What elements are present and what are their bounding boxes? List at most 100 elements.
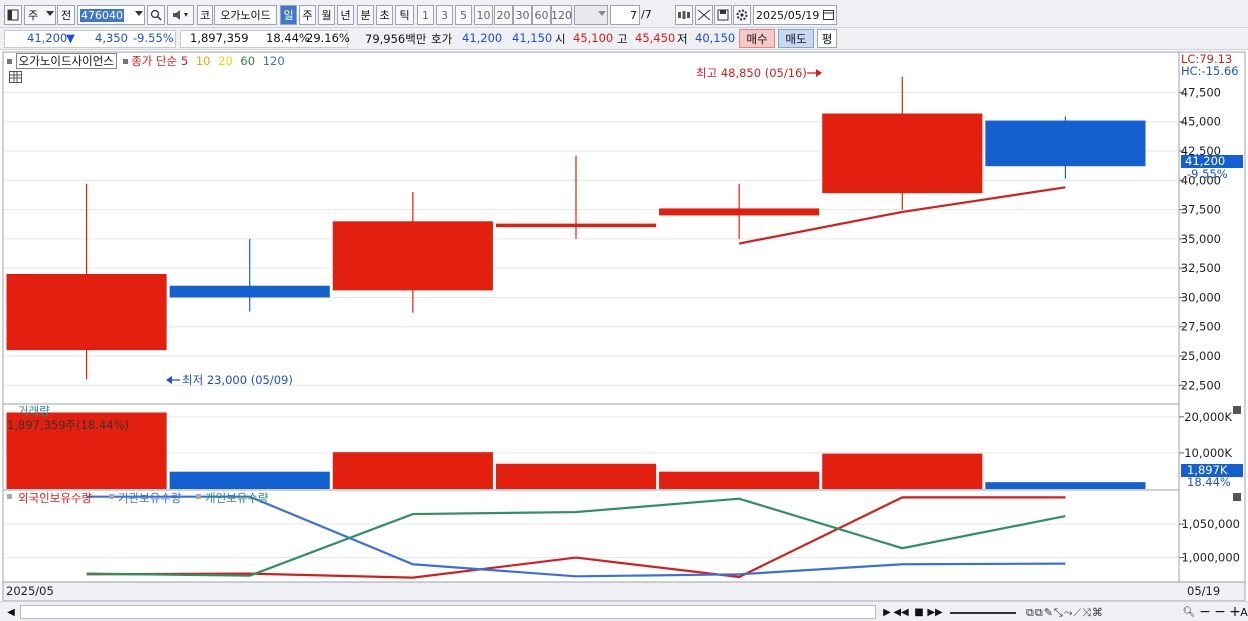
legend-marker-icon — [7, 494, 12, 499]
volume-current-pct: 18.44% — [1187, 475, 1231, 489]
ma-period-20: 20 — [218, 54, 233, 68]
grid-toggle-icon[interactable] — [9, 71, 22, 83]
volume-bar — [332, 452, 493, 489]
date-axis — [2, 581, 1246, 601]
count-input[interactable]: 7 — [610, 5, 640, 25]
volume-bar — [659, 471, 820, 489]
volume-bar — [985, 482, 1146, 489]
zoom-out-icon[interactable]: − — [1198, 604, 1212, 620]
y-tick-label: 37,500 — [1181, 203, 1221, 217]
y-tick-label: 45,000 — [1181, 115, 1221, 129]
interval-5[interactable]: 5 — [455, 5, 472, 25]
candle-body — [495, 223, 657, 228]
current-price-tag-value: 41,200 — [1185, 154, 1225, 168]
interval-20[interactable]: 20 — [494, 5, 513, 25]
open-label: 시 — [555, 32, 566, 46]
tab-day[interactable]: 일 — [280, 5, 297, 25]
cross-button[interactable] — [695, 5, 713, 25]
search-button[interactable] — [147, 5, 165, 25]
high-label: 고 — [617, 32, 628, 46]
end-date-label: 05/19 — [1187, 584, 1220, 598]
window-icon — [7, 9, 19, 21]
period-select[interactable]: 주 — [24, 5, 56, 25]
sell-button[interactable]: 매도 — [778, 29, 814, 48]
volume-bar — [822, 453, 983, 489]
legend-marker-icon — [196, 494, 201, 499]
y-tick-label: 1,000,000 — [1181, 551, 1240, 565]
volume-value: 1,897,359 — [190, 31, 249, 45]
interval-120[interactable]: 120 — [551, 5, 572, 25]
font-size-icon[interactable]: A — [1240, 605, 1248, 619]
chevron-down-icon — [598, 11, 606, 16]
buy-button[interactable]: 매수 — [739, 29, 775, 48]
zoom-fit-icon[interactable]: − — [1213, 604, 1227, 620]
interval-1[interactable]: 1 — [417, 5, 434, 25]
date-input[interactable]: 2025/05/19 — [753, 5, 837, 25]
y-tick-label: 30,000 — [1181, 290, 1221, 304]
volume-panel-close-icon[interactable] — [1233, 406, 1241, 414]
low-label: 저 — [677, 32, 688, 46]
speaker-icon — [172, 10, 188, 20]
ratio-pct: 29.16% — [306, 31, 350, 45]
settings-button[interactable] — [733, 5, 751, 25]
zoom-search-icon[interactable]: 🔍︎ — [1182, 605, 1196, 619]
stock-name: 오가노이드 — [214, 5, 277, 25]
low-annotation: 최저 23,000 (05/09) — [182, 373, 293, 387]
legend-institution: 기관보유수량 — [118, 491, 182, 505]
price-panel — [2, 51, 1180, 405]
rewind-icon[interactable]: ◀◀ — [893, 605, 908, 619]
interval-10[interactable]: 10 — [474, 5, 493, 25]
low-price: 40,150 — [695, 31, 736, 45]
save-button[interactable] — [714, 5, 732, 25]
drawing-tools-icon[interactable]: ⧉⧉✎⤡⤳⟋⤨⌘ — [1026, 606, 1104, 620]
interval-custom-select[interactable] — [574, 5, 608, 25]
tab-week[interactable]: 주 — [299, 5, 316, 25]
chart-scrollbar[interactable]: ◀ ▶ ◀◀ ■ ▶▶ ⧉⧉✎⤡⤳⟋⤨⌘ 🔍︎ − − + A — [0, 601, 1248, 621]
stop-icon[interactable]: ■ — [912, 605, 926, 619]
count-total: /7 — [641, 8, 652, 21]
interval-3[interactable]: 3 — [436, 5, 453, 25]
y-tick-label: 32,500 — [1181, 261, 1221, 275]
stock-code-input[interactable]: 476040 — [77, 5, 145, 25]
dots-icon — [678, 11, 690, 19]
holdings-legend: 외국인보유수량 기관보유수량 개인보유수량 — [7, 491, 269, 505]
tab-minute[interactable]: 분 — [357, 5, 374, 25]
scroll-left-icon[interactable]: ◀ — [4, 605, 18, 619]
chart-settings-icon[interactable] — [4, 5, 22, 25]
y-tick-label: 47,500 — [1181, 85, 1221, 99]
zoom-slider[interactable] — [950, 612, 1016, 614]
high-annotation: 최고 48,850 (05/16) — [696, 66, 807, 80]
forward-icon[interactable]: ▶▶ — [927, 605, 942, 619]
sound-button[interactable] — [167, 5, 194, 25]
start-date-label: 2025/05 — [6, 584, 54, 598]
tab-tick[interactable]: 틱 — [395, 5, 414, 25]
y-tick-label: 35,000 — [1181, 232, 1221, 246]
chart-canvas[interactable]: 22,500 25,000 27,500 30,000 32,500 35,000 37,5… — [0, 51, 1248, 601]
candle-body — [332, 221, 493, 291]
prev-button[interactable]: 전 — [57, 5, 75, 25]
tab-second[interactable]: 초 — [376, 5, 393, 25]
current-price: 41,200 — [27, 31, 68, 45]
holdings-panel-close-icon[interactable] — [1233, 493, 1241, 501]
tab-year[interactable]: 년 — [337, 5, 354, 25]
hoga-label: 호가 — [431, 32, 453, 46]
search-icon — [150, 9, 162, 21]
avg-button[interactable]: 평 — [817, 29, 837, 48]
stock-name-box[interactable]: 오가노이드사이언스 — [15, 53, 117, 69]
ma-period-120: 120 — [262, 54, 285, 68]
save-icon — [717, 9, 729, 21]
y-tick-label: 1,050,000 — [1181, 517, 1240, 531]
interval-60[interactable]: 60 — [532, 5, 551, 25]
stock-chart[interactable]: 22,500 25,000 27,500 30,000 32,500 35,000 37,5… — [0, 51, 1248, 601]
interval-30[interactable]: 30 — [513, 5, 532, 25]
compare-button[interactable] — [675, 5, 693, 25]
y-tick-label: 10,000K — [1184, 446, 1232, 460]
scroll-right-icon[interactable]: ▶ — [880, 605, 894, 619]
y-tick-label: 22,500 — [1181, 378, 1221, 392]
turnover-pct: 18.44% — [266, 31, 310, 45]
candle-body — [822, 113, 983, 194]
calendar-icon[interactable] — [823, 9, 834, 20]
tab-month[interactable]: 월 — [318, 5, 335, 25]
scroll-track[interactable] — [20, 605, 876, 619]
volume-bar — [169, 471, 330, 489]
